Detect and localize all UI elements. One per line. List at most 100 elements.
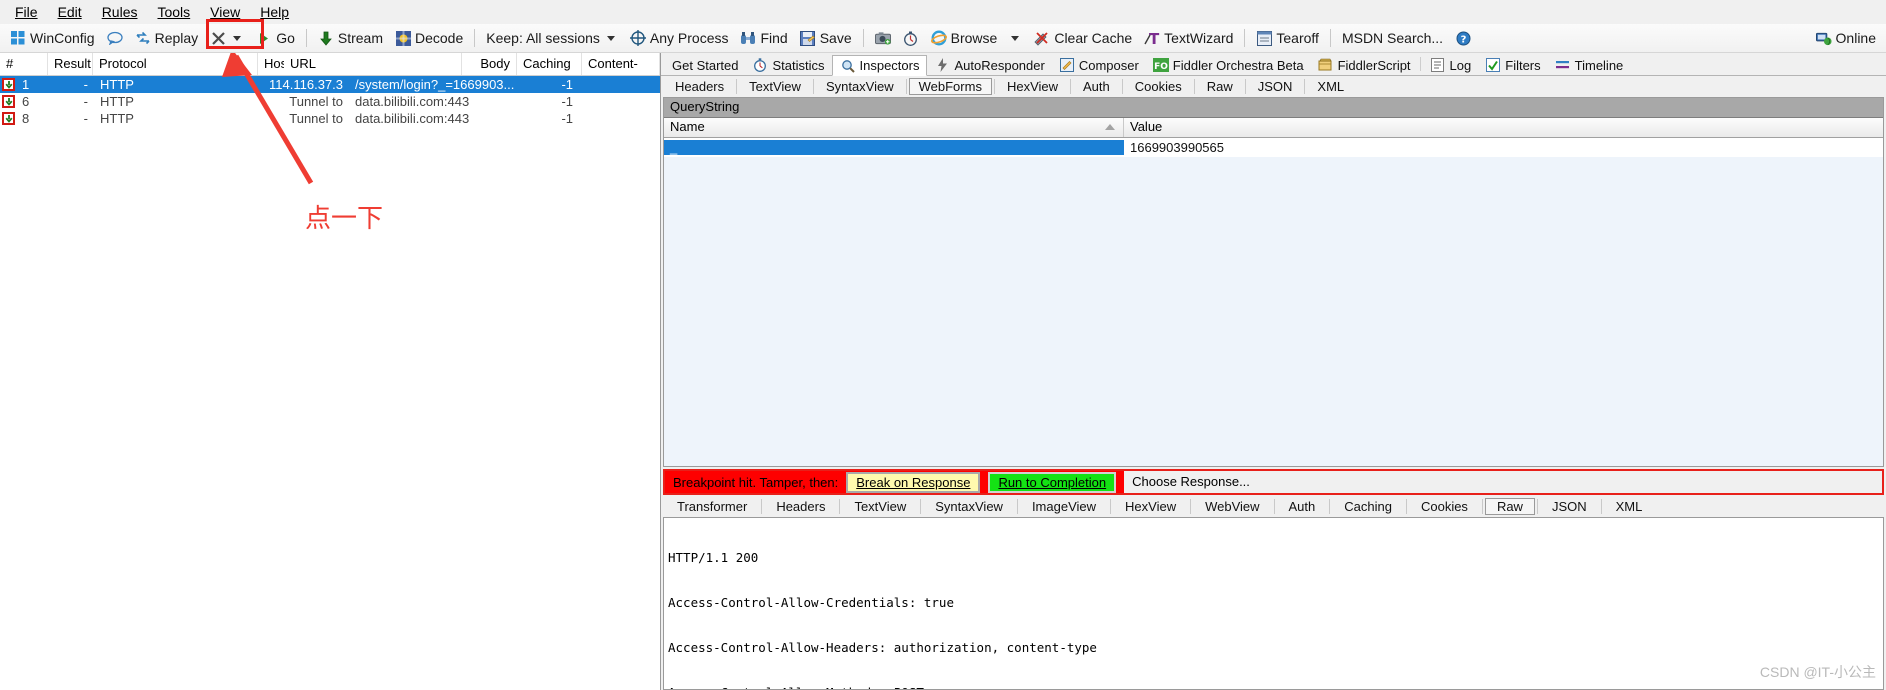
tab-log[interactable]: Log xyxy=(1423,55,1479,75)
replay-button[interactable]: Replay xyxy=(129,28,205,48)
toolbar-separator-5 xyxy=(1329,29,1331,47)
tab-timeline-label: Timeline xyxy=(1574,57,1624,73)
response-tab-syntaxview-label: SyntaxView xyxy=(935,498,1003,514)
column-header-name[interactable]: Name xyxy=(664,118,1124,137)
request-tab-raw[interactable]: Raw xyxy=(1197,78,1243,95)
response-tab-imageview-label: ImageView xyxy=(1031,498,1097,514)
timer-button[interactable] xyxy=(897,28,925,48)
remove-dropdown-caret-icon[interactable] xyxy=(233,35,242,41)
keep-sessions-dropdown[interactable]: Keep: All sessions xyxy=(480,28,624,48)
response-raw-body[interactable]: HTTP/1.1 200 Access-Control-Allow-Creden… xyxy=(663,517,1884,690)
querystring-section-header: QueryString xyxy=(664,98,1883,118)
msdn-search-field[interactable]: MSDN Search... xyxy=(1336,28,1449,48)
menu-item-help[interactable]: Help xyxy=(251,2,298,22)
tab-inspectors[interactable]: Inspectors xyxy=(831,55,928,76)
response-tab-cookies[interactable]: Cookies xyxy=(1409,498,1480,515)
response-tab-headers[interactable]: Headers xyxy=(764,498,837,515)
tab-composer-label: Composer xyxy=(1078,57,1139,73)
tab-autoresponder[interactable]: AutoResponder xyxy=(927,55,1051,75)
request-tab-headers[interactable]: Headers xyxy=(665,78,734,95)
browse-button[interactable]: Browse xyxy=(925,28,1029,48)
tab-fiddler-orchestra[interactable]: FO Fiddler Orchestra Beta xyxy=(1146,55,1311,75)
column-header-host-label: Host xyxy=(264,56,284,71)
replay-icon xyxy=(135,30,151,46)
table-row[interactable]: 8 - HTTP Tunnel to data.bilibili.com:443… xyxy=(0,110,660,127)
response-tab-webview[interactable]: WebView xyxy=(1193,498,1271,515)
response-tab-imageview[interactable]: ImageView xyxy=(1020,498,1108,515)
tab-inspectors-label: Inspectors xyxy=(859,58,920,73)
request-tab-cookies[interactable]: Cookies xyxy=(1125,78,1192,95)
column-header-index[interactable]: # xyxy=(0,53,48,75)
request-tab-webforms[interactable]: WebForms xyxy=(908,78,992,95)
request-tab-syntaxview[interactable]: SyntaxView xyxy=(816,78,904,95)
crosshair-icon xyxy=(629,30,646,46)
column-header-url[interactable]: URL xyxy=(284,53,462,75)
column-header-caching[interactable]: Caching xyxy=(517,53,582,75)
tab-fiddlerscript[interactable]: FiddlerScript xyxy=(1311,55,1418,75)
tab-statistics[interactable]: Statistics xyxy=(745,55,831,75)
response-tab-hexview[interactable]: HexView xyxy=(1113,498,1188,515)
tab-composer[interactable]: Composer xyxy=(1052,55,1146,75)
find-label: Find xyxy=(760,30,788,46)
column-header-result[interactable]: Result xyxy=(48,53,93,75)
menu-item-tools[interactable]: Tools xyxy=(148,2,199,22)
request-tab-textview[interactable]: TextView xyxy=(739,78,811,95)
decode-button[interactable]: Decode xyxy=(389,28,469,48)
column-header-url-label: URL xyxy=(290,56,317,71)
toolbar-separator-3 xyxy=(862,29,864,47)
tab-timeline[interactable]: Timeline xyxy=(1548,55,1631,75)
run-to-completion-button[interactable]: Run to Completion xyxy=(988,471,1117,493)
table-row[interactable]: 1 - HTTP 114.116.37.3 /system/login?_=16… xyxy=(0,76,660,93)
response-tab-caching[interactable]: Caching xyxy=(1332,498,1404,515)
table-row[interactable]: 6 - HTTP Tunnel to data.bilibili.com:443… xyxy=(0,93,660,110)
find-button[interactable]: Find xyxy=(734,28,793,48)
list-item[interactable]: _ 1669903990565 xyxy=(664,138,1883,157)
response-tab-syntaxview[interactable]: SyntaxView xyxy=(923,498,1015,515)
textwizard-button[interactable]: T TextWizard xyxy=(1138,28,1239,48)
menu-item-view[interactable]: View xyxy=(201,2,249,22)
binoculars-icon xyxy=(740,30,756,46)
column-header-caching-label: Caching xyxy=(523,56,571,71)
request-tab-hexview[interactable]: HexView xyxy=(997,78,1068,95)
response-tab-xml[interactable]: XML xyxy=(1604,498,1655,515)
column-header-protocol[interactable]: Protocol xyxy=(93,53,258,75)
column-header-value[interactable]: Value xyxy=(1124,118,1883,137)
webforms-header-row: Name Value xyxy=(664,118,1883,138)
comment-button[interactable] xyxy=(101,28,129,48)
response-tab-auth[interactable]: Auth xyxy=(1277,498,1328,515)
keep-dropdown-caret-icon[interactable] xyxy=(606,35,615,41)
column-header-content-type[interactable]: Content-Type xyxy=(582,53,660,75)
request-tab-json[interactable]: JSON xyxy=(1248,78,1303,95)
help-button[interactable]: ? xyxy=(1449,28,1477,48)
browse-dropdown-caret-icon[interactable] xyxy=(1011,35,1020,41)
menu-item-file[interactable]: File xyxy=(6,2,47,22)
tab-get-started[interactable]: Get Started xyxy=(665,55,745,75)
subtab-separator xyxy=(1304,79,1306,94)
response-tab-textview[interactable]: TextView xyxy=(842,498,918,515)
request-tab-xml[interactable]: XML xyxy=(1307,78,1354,95)
tab-filters[interactable]: Filters xyxy=(1478,55,1547,75)
go-button[interactable]: Go xyxy=(250,28,301,48)
any-process-button[interactable]: Any Process xyxy=(624,28,735,48)
tearoff-button[interactable]: Tearoff xyxy=(1250,28,1325,48)
clear-cache-button[interactable]: Clear Cache xyxy=(1028,28,1138,48)
break-on-response-button[interactable]: Break on Response xyxy=(846,471,981,493)
save-button[interactable]: Save xyxy=(794,28,858,48)
menu-item-rules[interactable]: Rules xyxy=(93,2,147,22)
winconfig-button[interactable]: WinConfig xyxy=(4,28,101,48)
menu-item-edit[interactable]: Edit xyxy=(49,2,91,22)
webforms-cell-name: _ xyxy=(664,140,1124,155)
screenshot-button[interactable] xyxy=(869,28,897,48)
response-tab-transformer[interactable]: Transformer xyxy=(665,498,759,515)
remove-button[interactable] xyxy=(204,28,250,48)
online-status-button[interactable]: Online xyxy=(1810,28,1882,48)
request-tab-auth[interactable]: Auth xyxy=(1073,78,1120,95)
column-header-body[interactable]: Body xyxy=(462,53,517,75)
cell-index: 6 xyxy=(22,94,30,109)
column-header-host[interactable]: Host xyxy=(258,53,284,75)
menu-item-tools-label: Tools xyxy=(157,3,191,20)
stream-button[interactable]: Stream xyxy=(312,28,389,48)
response-tab-json[interactable]: JSON xyxy=(1540,498,1599,515)
choose-response-button[interactable]: Choose Response... xyxy=(1124,471,1882,493)
response-tab-raw[interactable]: Raw xyxy=(1484,497,1535,515)
